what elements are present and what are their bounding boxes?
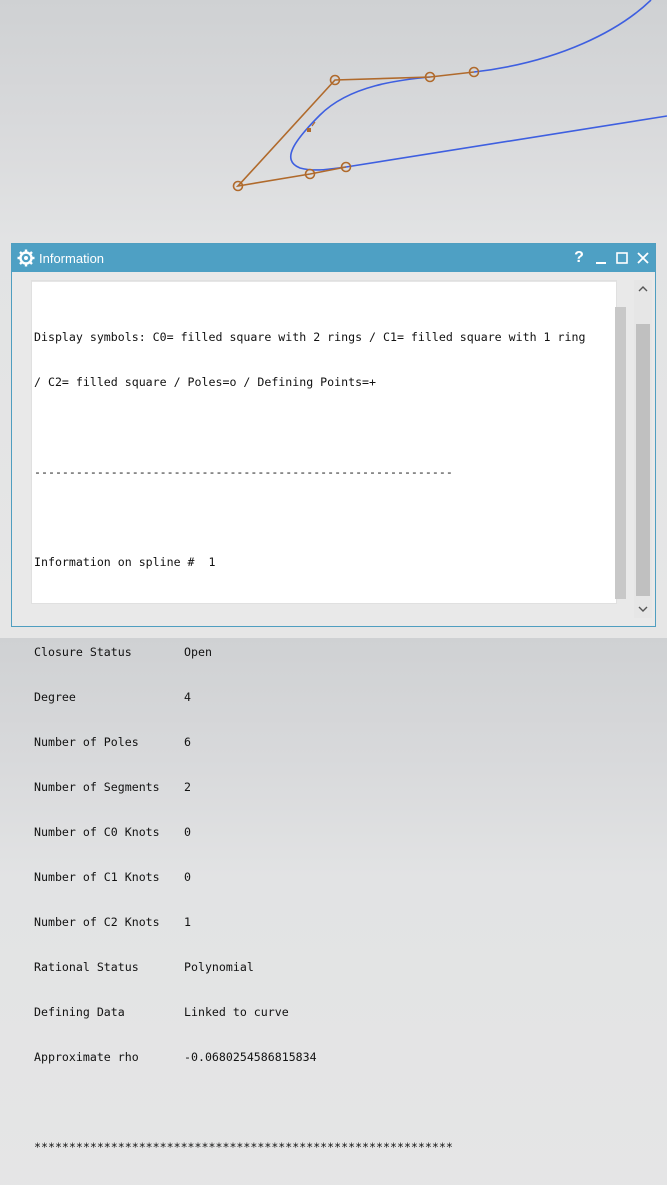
info-row: Defining Data Linked to curve — [34, 1005, 609, 1020]
spline-curve-segment[interactable] — [289, 76, 431, 171]
info-row: Number of C0 Knots 0 — [34, 825, 609, 840]
info-value: Linked to curve — [184, 1005, 289, 1019]
info-row: Number of Poles 6 — [34, 735, 609, 750]
chevron-down-icon — [638, 606, 648, 612]
info-value: 0 — [184, 870, 191, 884]
panel-divider — [32, 281, 616, 282]
inner-scrollbar[interactable] — [615, 307, 626, 599]
spline-canvas — [232, 0, 667, 192]
display-symbols-line: Display symbols: C0= filled square with … — [34, 330, 586, 344]
info-row: Degree 4 — [34, 690, 609, 705]
info-row: Rational Status Polynomial — [34, 960, 609, 975]
graphics-viewport[interactable] — [0, 0, 667, 250]
info-value: Open — [184, 645, 212, 659]
inner-scrollbar-thumb[interactable] — [615, 307, 626, 599]
info-key: Number of Poles — [34, 735, 139, 749]
maximize-button[interactable] — [612, 247, 632, 269]
info-value: 1 — [184, 915, 191, 929]
chevron-up-icon — [638, 286, 648, 292]
dialog-scrollbar-thumb[interactable] — [636, 324, 650, 596]
info-key: Number of C1 Knots — [34, 870, 160, 884]
display-symbols-line: / C2= filled square / Poles=o / Defining… — [34, 375, 377, 389]
info-key: Approximate rho — [34, 1050, 139, 1064]
info-value: 2 — [184, 780, 191, 794]
dialog-scrollbar[interactable] — [634, 280, 652, 618]
info-row: Approximate rho -0.0680254586815834 — [34, 1050, 609, 1065]
dash-separator: ----------------------------------------… — [34, 465, 453, 479]
info-key: Number of C0 Knots — [34, 825, 160, 839]
info-row: Number of Segments 2 — [34, 780, 609, 795]
info-row: Closure Status Open — [34, 645, 609, 660]
spline-header: Information on spline # 1 — [34, 555, 216, 569]
minimize-icon — [596, 262, 606, 264]
info-key: Number of Segments — [34, 780, 160, 794]
info-value: -0.0680254586815834 — [184, 1050, 317, 1064]
information-dialog: Information ? Display symbols: C0= fille… — [11, 243, 656, 1154]
help-button[interactable]: ? — [569, 247, 589, 269]
info-value: Polynomial — [184, 960, 254, 974]
info-value: 0 — [184, 825, 191, 839]
spline-curve-tail[interactable] — [345, 115, 667, 168]
close-icon — [637, 252, 649, 264]
star-separator: ****************************************… — [34, 1140, 453, 1154]
close-button[interactable] — [633, 247, 653, 269]
info-key: Degree — [34, 690, 76, 704]
info-key: Closure Status — [34, 645, 132, 659]
control-polygon[interactable] — [235, 71, 475, 188]
info-key: Defining Data — [34, 1005, 125, 1019]
info-value: 4 — [184, 690, 191, 704]
dialog-title: Information — [39, 251, 105, 266]
information-text-panel[interactable]: Display symbols: C0= filled square with … — [31, 280, 617, 1154]
info-row: Number of C2 Knots 1 — [34, 915, 609, 930]
info-key: Rational Status — [34, 960, 139, 974]
info-row: Number of C1 Knots 0 — [34, 870, 609, 885]
scroll-down-button[interactable] — [634, 600, 652, 618]
minimize-button[interactable] — [591, 247, 611, 269]
maximize-icon — [616, 252, 628, 264]
info-value: 6 — [184, 735, 191, 749]
information-text: Display symbols: C0= filled square with … — [34, 300, 609, 1185]
info-key: Number of C2 Knots — [34, 915, 160, 929]
scroll-up-button[interactable] — [634, 280, 652, 298]
gear-icon — [17, 249, 35, 267]
spline-curve[interactable] — [473, 0, 652, 73]
dialog-titlebar[interactable]: Information ? — [12, 244, 655, 272]
